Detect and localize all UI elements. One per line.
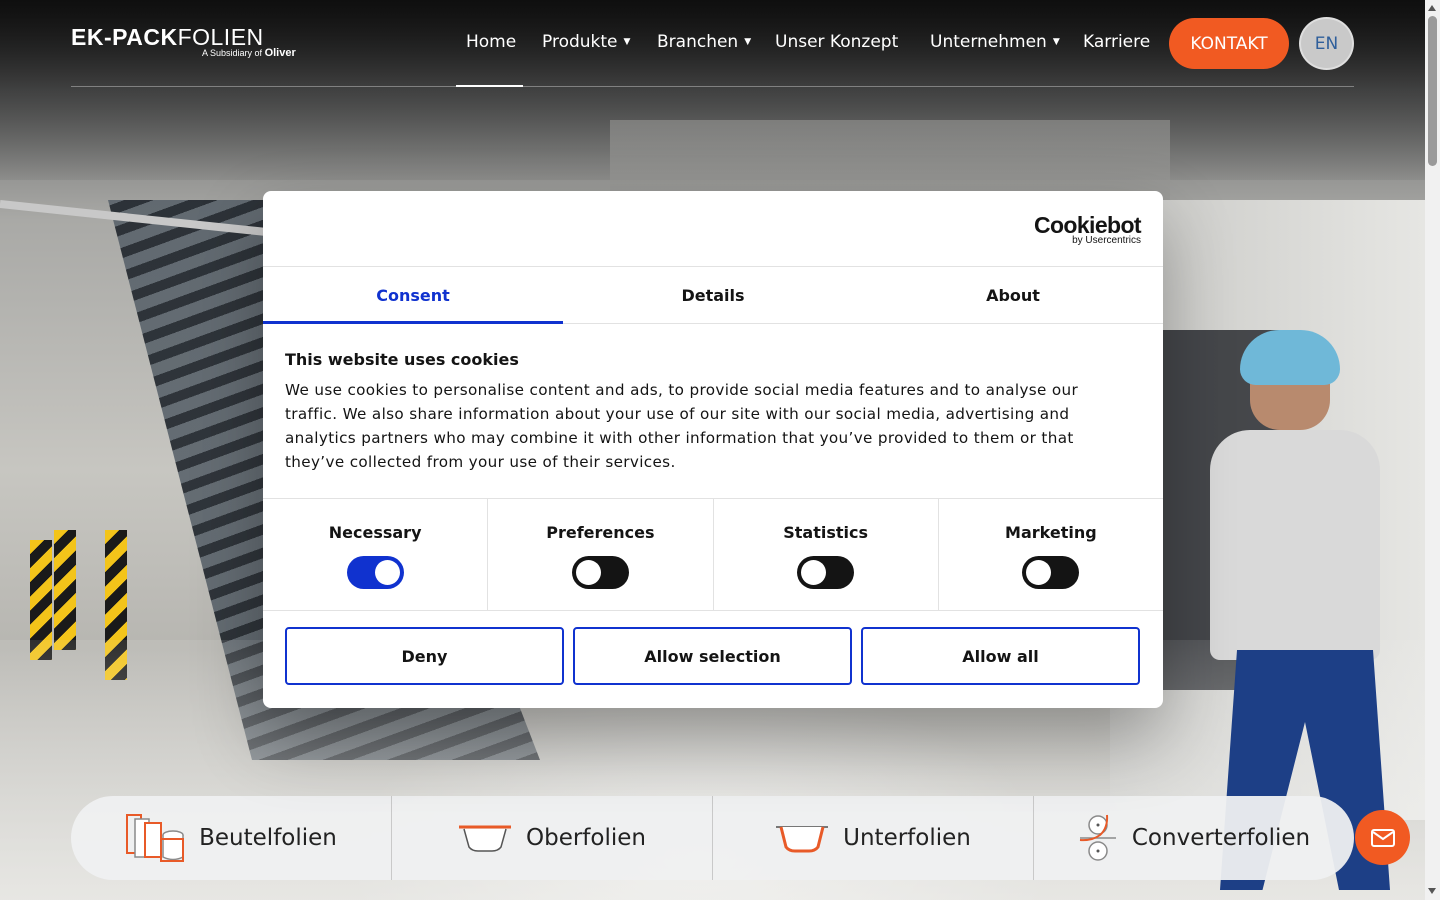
scroll-down-arrow-icon[interactable]: [1428, 888, 1436, 894]
nav-produkte[interactable]: Produkte ▼: [542, 32, 630, 52]
bag-film-icon: [126, 814, 185, 862]
header-divider: [71, 86, 1354, 87]
scrollbar-thumb[interactable]: [1428, 16, 1437, 166]
bottom-film-tray-icon: [776, 826, 829, 853]
preferences-toggle[interactable]: [571, 556, 629, 589]
dialog-title: This website uses cookies: [285, 350, 519, 369]
allow-all-button[interactable]: Allow all: [861, 627, 1140, 685]
dialog-description: We use cookies to personalise content an…: [285, 381, 1079, 471]
kontakt-button[interactable]: KONTAKT: [1169, 18, 1289, 69]
category-label: Oberfolien: [526, 825, 646, 851]
cookiebot-logo[interactable]: Cookiebot by Usercentrics: [1034, 213, 1142, 246]
consent-buttons: Deny Allow selection Allow all: [285, 627, 1140, 685]
scroll-up-arrow-icon[interactable]: [1428, 5, 1436, 11]
top-film-tray-icon: [459, 825, 511, 852]
tab-about[interactable]: About: [863, 268, 1163, 323]
toggle-label: Marketing: [1005, 523, 1097, 542]
toggle-group-marketing: Marketing: [937, 499, 1163, 610]
contact-chat-button[interactable]: [1355, 810, 1410, 865]
dialog-header: Cookiebot by Usercentrics: [263, 191, 1163, 267]
caret-down-icon: ▼: [744, 37, 752, 47]
allow-selection-button[interactable]: Allow selection: [573, 627, 852, 685]
tab-consent[interactable]: Consent: [263, 268, 563, 324]
site-header: EK-PACKFOLIEN A Subsidiary of Oliver Hom…: [0, 0, 1425, 88]
page-scrollbar[interactable]: [1425, 0, 1440, 900]
converter-roll-icon: [1079, 814, 1116, 861]
nav-branchen[interactable]: Branchen ▼: [657, 32, 751, 52]
tab-details[interactable]: Details: [563, 268, 863, 323]
category-beutelfolien[interactable]: Beutelfolien: [71, 796, 391, 880]
deny-button[interactable]: Deny: [285, 627, 564, 685]
toggle-label: Preferences: [546, 523, 655, 542]
dialog-tabs: Consent Details About: [263, 268, 1163, 324]
category-oberfolien[interactable]: Oberfolien: [391, 796, 712, 880]
category-unterfolien[interactable]: Unterfolien: [712, 796, 1033, 880]
toggle-group-statistics: Statistics: [712, 499, 938, 610]
logo-subsidiary: A Subsidiary of Oliver: [202, 47, 296, 59]
caret-down-icon: ▼: [1052, 37, 1060, 47]
language-switch-button[interactable]: EN: [1299, 17, 1354, 70]
category-label: Converterfolien: [1131, 825, 1311, 851]
toggle-label: Necessary: [328, 523, 422, 542]
nav-unternehmen[interactable]: Unternehmen ▼: [930, 32, 1060, 52]
cookie-consent-dialog: Cookiebot by Usercentrics Consent Detail…: [263, 191, 1163, 708]
toggle-group-preferences: Preferences: [487, 499, 712, 610]
category-label: Unterfolien: [843, 825, 971, 851]
product-category-bar: Beutelfolien Oberfolien Unterfolien Conv…: [71, 796, 1354, 880]
toggle-label: Statistics: [783, 523, 868, 542]
nav-unser-konzept[interactable]: Unser Konzept: [775, 32, 898, 52]
category-converterfolien[interactable]: Converterfolien: [1033, 796, 1354, 880]
consent-toggles: Necessary Preferences Statistics Marketi…: [263, 498, 1163, 611]
caret-down-icon: ▼: [623, 37, 631, 47]
site-logo[interactable]: EK-PACKFOLIEN A Subsidiary of Oliver: [71, 24, 306, 64]
mail-icon: [1370, 828, 1395, 847]
nav-karriere[interactable]: Karriere: [1083, 32, 1150, 52]
marketing-toggle[interactable]: [1022, 556, 1080, 589]
statistics-toggle[interactable]: [797, 556, 855, 589]
toggle-group-necessary: Necessary: [263, 499, 487, 610]
necessary-toggle[interactable]: [346, 556, 404, 589]
category-label: Beutelfolien: [199, 825, 337, 851]
nav-home[interactable]: Home: [466, 32, 516, 52]
